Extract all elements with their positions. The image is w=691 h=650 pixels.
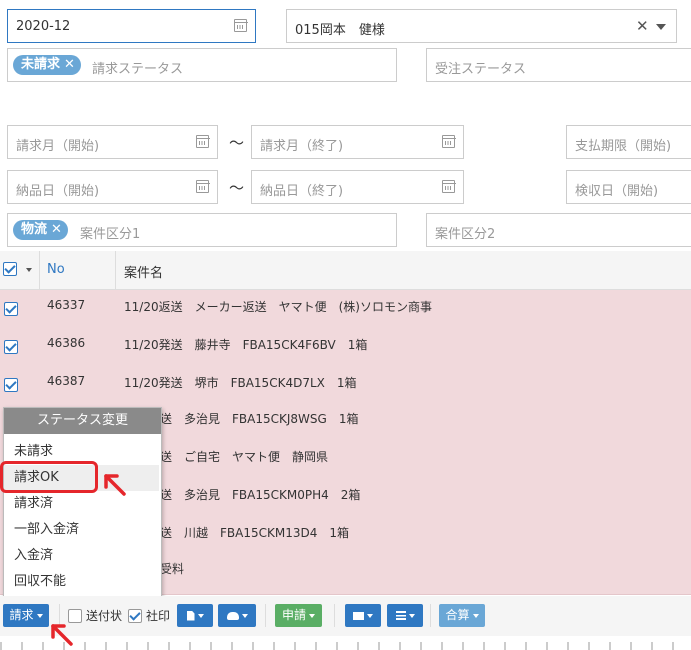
chevron-down-icon[interactable] — [26, 268, 32, 272]
row-no: 46337 — [47, 298, 86, 312]
billing-status-button-label: 請求 — [9, 608, 34, 622]
row-checkbox[interactable] — [4, 302, 18, 316]
chevron-down-icon — [472, 613, 479, 618]
category1-tag-label: 物流 — [21, 222, 48, 237]
col-header-divider — [39, 251, 40, 289]
delivery-start-placeholder: 納品日（開始) — [16, 184, 100, 199]
select-all-checkbox[interactable] — [3, 262, 17, 276]
chevron-down-icon — [408, 613, 415, 618]
category2-placeholder: 案件区分2 — [435, 227, 496, 242]
column-header-no[interactable]: No — [47, 262, 65, 277]
document-icon — [186, 610, 195, 621]
total-button[interactable]: 合算 — [439, 604, 485, 627]
row-name: 11/20返送 メーカー返送 ヤマト便 (株)ソロモン商事 — [124, 300, 432, 314]
toolbar-divider — [265, 604, 266, 627]
pay-deadline-start-input[interactable]: 支払期限（開始) — [566, 125, 691, 159]
apply-button-label: 申請 — [281, 608, 306, 622]
row-name: 11/20発送 堺市 FBA15CK4D7LX 1箱 — [124, 376, 357, 390]
billing-status-tag: 未請求 ✕ — [13, 55, 81, 75]
bill-month-end-input[interactable]: 請求月（終了) — [251, 125, 464, 159]
status-item-paid[interactable]: 入金済 — [4, 543, 159, 569]
person-select[interactable]: 015岡本 健様 ✕ — [286, 9, 677, 43]
bill-month-start-input[interactable]: 請求月（開始) — [7, 125, 218, 159]
dotted-divider — [0, 642, 691, 650]
document-button[interactable] — [177, 604, 213, 627]
chevron-down-icon[interactable] — [656, 24, 666, 30]
total-button-label: 合算 — [445, 608, 470, 622]
toolbar-divider — [430, 604, 431, 627]
status-item-partial-paid[interactable]: 一部入金済 — [4, 517, 159, 543]
category1-placeholder: 案件区分1 — [80, 227, 141, 242]
annotation-arrow-icon — [104, 474, 126, 496]
bill-month-start-placeholder: 請求月（開始) — [16, 139, 100, 154]
mail-icon — [353, 611, 364, 620]
status-change-menu: ステータス変更 未請求 請求OK 請求済 一部入金済 入金済 回収不能 — [3, 407, 162, 599]
month-value: 2020-12 — [16, 19, 71, 34]
delivery-end-placeholder: 納品日（終了) — [260, 184, 344, 199]
calendar-icon[interactable] — [195, 180, 210, 193]
delivery-end-input[interactable]: 納品日（終了) — [251, 170, 464, 204]
inspection-start-placeholder: 検収日（開始) — [575, 184, 659, 199]
chevron-down-icon — [197, 613, 204, 618]
chevron-down-icon — [367, 613, 373, 618]
status-item-uncollectable[interactable]: 回収不能 — [4, 569, 159, 595]
row-name: 送 多治見 FBA15CKJ8WSG 1箱 — [160, 412, 359, 426]
table-row[interactable]: 46337 11/20返送 メーカー返送 ヤマト便 (株)ソロモン商事 — [0, 290, 691, 329]
billing-status-tag-label: 未請求 — [21, 57, 61, 72]
row-name: 11/20発送 藤井寺 FBA15CK4F6BV 1箱 — [124, 338, 368, 352]
table-row[interactable]: 46386 11/20発送 藤井寺 FBA15CK4F6BV 1箱 — [0, 328, 691, 367]
range-separator: ～ — [229, 179, 245, 197]
tag-remove-icon[interactable]: ✕ — [64, 57, 75, 72]
cloud-download-button[interactable] — [218, 604, 256, 627]
billing-status-placeholder: 請求ステータス — [92, 62, 184, 77]
range-separator: ～ — [229, 134, 245, 152]
mail-button[interactable] — [345, 604, 381, 627]
column-header-name[interactable]: 案件名 — [124, 262, 163, 281]
row-checkbox[interactable] — [4, 378, 18, 392]
filter-button[interactable] — [387, 604, 423, 627]
order-status-placeholder: 受注ステータス — [435, 62, 527, 77]
col-header-divider — [115, 251, 116, 289]
row-checkbox[interactable] — [4, 340, 18, 354]
row-name: 送 多治見 FBA15CKM0PH4 2箱 — [160, 488, 361, 502]
send-slip-label: 送付状 — [86, 609, 123, 623]
category1-tag: 物流 ✕ — [13, 220, 68, 240]
status-item-billed[interactable]: 請求済 — [4, 491, 159, 517]
category1-select[interactable]: 物流 ✕ 案件区分1 — [7, 213, 397, 247]
status-menu-title: ステータス変更 — [4, 408, 161, 434]
calendar-icon[interactable] — [441, 135, 456, 148]
apply-button[interactable]: 申請 — [275, 604, 322, 627]
bill-month-end-placeholder: 請求月（終了) — [260, 139, 344, 154]
filter-icon — [395, 611, 406, 620]
cloud-download-icon — [226, 611, 239, 620]
order-status-select[interactable]: 受注ステータス — [426, 48, 691, 82]
grid-header: No 案件名 — [0, 251, 691, 290]
billing-status-select[interactable]: 未請求 ✕ 請求ステータス — [7, 48, 397, 82]
billing-status-button[interactable]: 請求 — [3, 604, 49, 627]
chevron-down-icon — [241, 613, 248, 618]
month-input[interactable]: 2020-12 — [7, 9, 256, 43]
calendar-icon[interactable] — [441, 180, 456, 193]
chevron-down-icon — [36, 613, 43, 618]
row-name: 受料 — [160, 562, 185, 576]
row-name: 送 川越 FBA15CKM13D4 1箱 — [160, 526, 349, 540]
calendar-icon[interactable] — [195, 135, 210, 148]
company-seal-checkbox[interactable] — [128, 609, 142, 623]
toolbar-divider — [334, 604, 335, 627]
pay-deadline-start-placeholder: 支払期限（開始) — [575, 139, 672, 154]
company-seal-label: 社印 — [146, 609, 171, 623]
row-no: 46387 — [47, 374, 86, 388]
row-name: 送 ご自宅 ヤマト便 静岡県 — [160, 450, 329, 464]
inspection-start-input[interactable]: 検収日（開始) — [566, 170, 691, 204]
delivery-start-input[interactable]: 納品日（開始) — [7, 170, 218, 204]
chevron-down-icon — [309, 613, 315, 618]
clear-icon[interactable]: ✕ — [636, 17, 649, 35]
table-row[interactable]: 46387 11/20発送 堺市 FBA15CK4D7LX 1箱 — [0, 366, 691, 405]
tag-remove-icon[interactable]: ✕ — [51, 222, 62, 237]
person-value: 015岡本 健様 — [295, 23, 385, 38]
highlight-box — [0, 461, 98, 493]
category2-select[interactable]: 案件区分2 — [426, 213, 691, 247]
calendar-icon[interactable] — [233, 19, 248, 32]
row-no: 46386 — [47, 336, 86, 350]
